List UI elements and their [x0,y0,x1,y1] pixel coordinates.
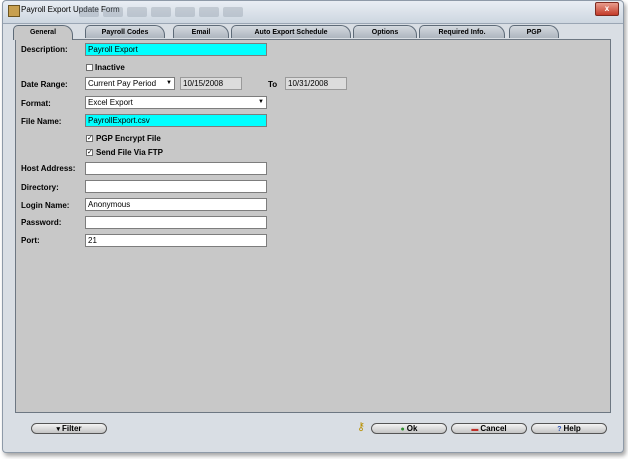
chevron-down-icon: ▼ [258,99,264,105]
file-name-field[interactable]: PayrollExport.csv [85,114,267,127]
filter-icon: ▾ [56,426,60,433]
to-label: To [268,80,278,89]
inactive-label: Inactive [95,63,125,72]
close-button[interactable]: x [595,2,619,16]
format-label: Format: [21,99,51,108]
host-address-label: Host Address: [21,164,76,173]
filter-button[interactable]: ▾ Filter [31,423,107,434]
password-field[interactable] [85,216,267,229]
tab-email[interactable]: Email [173,25,229,38]
date-from-field[interactable]: 10/15/2008 [180,77,242,90]
help-button[interactable]: ? Help [531,423,607,434]
send-ftp-label: Send File Via FTP [96,148,163,157]
cancel-icon: ▬ [471,426,479,433]
format-value: Excel Export [88,98,133,107]
format-select[interactable]: Excel Export ▼ [85,96,267,109]
login-name-label: Login Name: [21,201,70,210]
ok-label: Ok [406,424,418,433]
file-name-label: File Name: [21,117,62,126]
description-field[interactable]: Payroll Export [85,43,267,56]
payroll-export-window: Payroll Export Update Form x General Pay… [2,0,624,453]
date-to-field[interactable]: 10/31/2008 [285,77,347,90]
tab-options[interactable]: Options [353,25,417,38]
port-field[interactable]: 21 [85,234,267,247]
description-label: Description: [21,45,68,54]
ok-button[interactable]: ● Ok [371,423,447,434]
directory-label: Directory: [21,183,59,192]
ok-icon: ● [400,426,405,433]
pgp-encrypt-checkbox[interactable]: ✓ [86,135,93,142]
tab-auto-export-schedule[interactable]: Auto Export Schedule [231,25,351,38]
tab-payroll-codes[interactable]: Payroll Codes [85,25,165,38]
login-name-field[interactable]: Anonymous [85,198,267,211]
tab-required-info[interactable]: Required Info. [419,25,505,38]
filter-label: Filter [61,424,82,433]
date-range-label: Date Range: [21,80,68,89]
help-icon: ? [557,426,562,433]
app-icon [8,5,20,17]
general-panel: Description: Payroll Export Inactive Dat… [15,39,611,413]
date-range-select[interactable]: Current Pay Period ▼ [85,77,175,90]
tab-general[interactable]: General [13,25,73,40]
key-icon: ⚷ [357,421,366,433]
port-label: Port: [21,236,40,245]
password-label: Password: [21,218,62,227]
host-address-field[interactable] [85,162,267,175]
help-label: Help [563,424,581,433]
button-bar: ▾ Filter ⚷ ● Ok ▬ Cancel ? Help [15,415,611,447]
background-toolbar [79,7,279,19]
send-ftp-checkbox[interactable]: ✓ [86,149,93,156]
date-range-value: Current Pay Period [88,79,157,88]
title-bar[interactable]: Payroll Export Update Form x [3,1,623,24]
cancel-button[interactable]: ▬ Cancel [451,423,527,434]
pgp-encrypt-label: PGP Encrypt File [96,134,161,143]
chevron-down-icon: ▼ [166,80,172,86]
cancel-label: Cancel [480,424,507,433]
tab-bar: General Payroll Codes Email Auto Export … [13,25,611,40]
tab-pgp[interactable]: PGP [509,25,559,38]
inactive-checkbox[interactable] [86,64,93,71]
directory-field[interactable] [85,180,267,193]
